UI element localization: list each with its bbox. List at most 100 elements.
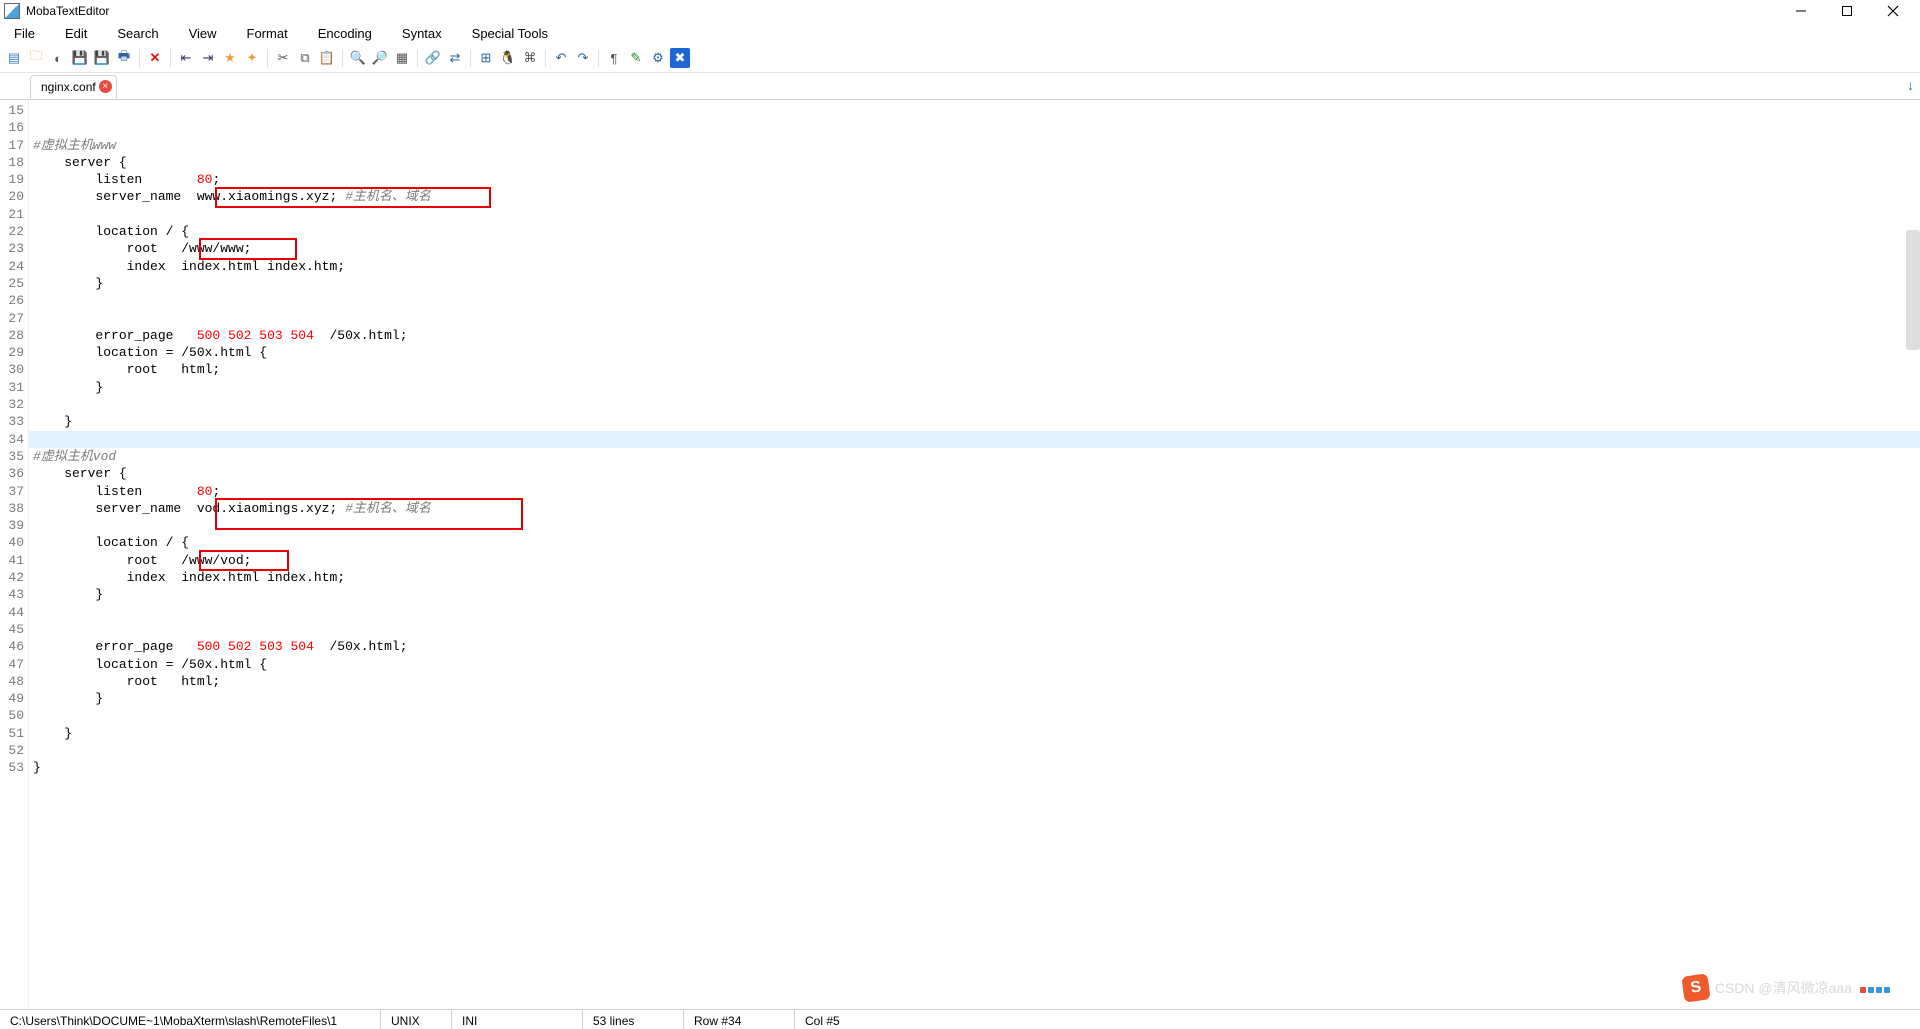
line-number: 24 — [0, 258, 28, 275]
code-line[interactable]: #虚拟主机www — [29, 137, 1920, 154]
code-line[interactable]: } — [29, 759, 1920, 776]
open-file-icon[interactable]: 🗀 — [26, 48, 46, 68]
close-button[interactable] — [1870, 0, 1916, 22]
menubar: File Edit Search View Format Encoding Syntax Sp… — [0, 22, 1920, 44]
code-line[interactable]: error_page 500 502 503 504 /50x.html; — [29, 638, 1920, 655]
pilcrow-icon[interactable]: ¶ — [604, 48, 624, 68]
menu-edit[interactable]: Edit — [61, 24, 91, 43]
code-line[interactable] — [29, 621, 1920, 638]
toolbar-separator — [139, 49, 140, 67]
menu-syntax[interactable]: Syntax — [398, 24, 446, 43]
vertical-scrollbar[interactable] — [1906, 230, 1920, 350]
code-line[interactable]: } — [29, 690, 1920, 707]
line-number: 27 — [0, 310, 28, 327]
bookmark-add-icon[interactable]: ✦ — [242, 48, 262, 68]
break-icon[interactable]: ⇄ — [445, 48, 465, 68]
code-line[interactable] — [29, 310, 1920, 327]
code-line[interactable] — [29, 707, 1920, 724]
bookmark-icon[interactable]: ★ — [220, 48, 240, 68]
copy-icon[interactable]: ⧉ — [295, 48, 315, 68]
menu-format[interactable]: Format — [243, 24, 292, 43]
link-icon[interactable]: 🔗 — [423, 48, 443, 68]
indent-icon[interactable]: ⇥ — [198, 48, 218, 68]
code-line[interactable]: listen 80; — [29, 483, 1920, 500]
cut-icon[interactable]: ✂ — [273, 48, 293, 68]
code-line[interactable] — [29, 206, 1920, 223]
outdent-icon[interactable]: ⇤ — [176, 48, 196, 68]
code-line[interactable]: server { — [29, 465, 1920, 482]
menu-encoding[interactable]: Encoding — [314, 24, 376, 43]
code-line[interactable] — [29, 396, 1920, 413]
code-line[interactable] — [29, 431, 1920, 448]
code-line[interactable]: root html; — [29, 673, 1920, 690]
line-number: 16 — [0, 119, 28, 136]
zoom-out-icon[interactable]: 🔎 — [370, 48, 390, 68]
app-icon — [4, 3, 20, 19]
code-line[interactable] — [29, 517, 1920, 534]
code-line[interactable]: root /www/www; — [29, 240, 1920, 257]
code-line[interactable] — [29, 102, 1920, 119]
new-file-icon[interactable]: ▤ — [4, 48, 24, 68]
code-line[interactable]: server_name vod.xiaomings.xyz; #主机名、域名 — [29, 500, 1920, 517]
undo-icon[interactable]: ↶ — [551, 48, 571, 68]
reload-icon[interactable]: ◐ — [48, 48, 68, 68]
code-line[interactable]: } — [29, 586, 1920, 603]
redo-icon[interactable]: ↷ — [573, 48, 593, 68]
code-line[interactable]: error_page 500 502 503 504 /50x.html; — [29, 327, 1920, 344]
menu-file[interactable]: File — [10, 24, 39, 43]
statusbar: C:\Users\Think\DOCUME~1\MobaXterm\slash\… — [0, 1009, 1920, 1029]
code-line[interactable]: server_name www.xiaomings.xyz; #主机名、域名 — [29, 188, 1920, 205]
code-line[interactable]: location / { — [29, 223, 1920, 240]
line-number: 25 — [0, 275, 28, 292]
line-number-gutter: 1516171819202122232425262728293031323334… — [0, 100, 29, 1009]
stop-icon[interactable]: ✖ — [670, 48, 690, 68]
close-icon[interactable] — [99, 80, 112, 93]
paste-icon[interactable]: 📋 — [317, 48, 337, 68]
code-line[interactable] — [29, 119, 1920, 136]
line-number: 18 — [0, 154, 28, 171]
maximize-button[interactable] — [1824, 0, 1870, 22]
code-line[interactable]: } — [29, 413, 1920, 430]
code-line[interactable]: } — [29, 275, 1920, 292]
minimize-button[interactable] — [1778, 0, 1824, 22]
save-icon[interactable]: 💾 — [70, 48, 90, 68]
code-line[interactable] — [29, 604, 1920, 621]
code-line[interactable]: location = /50x.html { — [29, 656, 1920, 673]
line-number: 31 — [0, 379, 28, 396]
code-area[interactable]: #虚拟主机www server { listen 80; server_name… — [29, 100, 1920, 1009]
code-line[interactable]: index index.html index.htm; — [29, 569, 1920, 586]
menu-special-tools[interactable]: Special Tools — [468, 24, 552, 43]
windows-icon[interactable]: ⊞ — [476, 48, 496, 68]
apple-icon[interactable]: ⌘ — [520, 48, 540, 68]
color-picker-icon[interactable]: ✎ — [626, 48, 646, 68]
code-line[interactable]: root /www/vod; — [29, 552, 1920, 569]
code-line[interactable]: location = /50x.html { — [29, 344, 1920, 361]
code-line[interactable]: } — [29, 725, 1920, 742]
editor[interactable]: 1516171819202122232425262728293031323334… — [0, 100, 1920, 1009]
menu-search[interactable]: Search — [113, 24, 162, 43]
tab-nginx-conf[interactable]: nginx.conf — [30, 75, 117, 99]
code-line[interactable]: listen 80; — [29, 171, 1920, 188]
line-number: 37 — [0, 483, 28, 500]
menu-view[interactable]: View — [185, 24, 221, 43]
linux-icon[interactable]: 🐧 — [498, 48, 518, 68]
line-number: 46 — [0, 638, 28, 655]
line-number: 49 — [0, 690, 28, 707]
code-line[interactable] — [29, 742, 1920, 759]
close-file-icon[interactable]: ✕ — [145, 48, 165, 68]
tab-overflow-button[interactable]: ↓ — [1907, 77, 1914, 93]
code-line[interactable] — [29, 292, 1920, 309]
code-line[interactable]: server { — [29, 154, 1920, 171]
code-line[interactable]: } — [29, 379, 1920, 396]
code-line[interactable]: location / { — [29, 534, 1920, 551]
code-line[interactable]: index index.html index.htm; — [29, 258, 1920, 275]
code-line[interactable]: #虚拟主机vod — [29, 448, 1920, 465]
syntax-icon[interactable]: ▦ — [392, 48, 412, 68]
zoom-in-icon[interactable]: 🔍 — [348, 48, 368, 68]
code-line[interactable]: root html; — [29, 361, 1920, 378]
settings-icon[interactable]: ⚙ — [648, 48, 668, 68]
line-number: 40 — [0, 534, 28, 551]
save-all-icon[interactable]: 💾 — [92, 48, 112, 68]
toolbar-separator — [545, 49, 546, 67]
print-icon[interactable]: 🖶 — [114, 48, 134, 68]
